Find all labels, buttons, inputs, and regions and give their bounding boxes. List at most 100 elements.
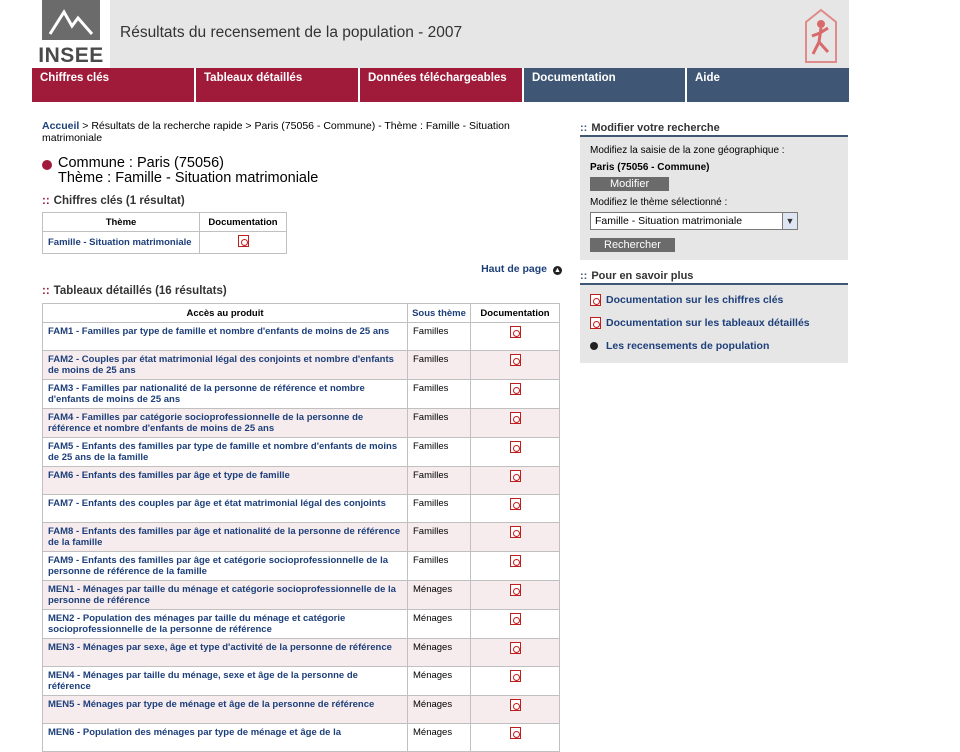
product-link[interactable]: FAM1 - Familles par type de famille et n…: [48, 326, 389, 337]
product-link[interactable]: FAM6 - Enfants des familles par âge et t…: [48, 470, 290, 481]
sous-theme-cell: Familles: [407, 408, 471, 438]
sous-theme-cell: Ménages: [407, 695, 471, 724]
table-row: MEN5 - Ménages par type de ménage et âge…: [42, 695, 560, 724]
table-row: Famille - Situation matrimoniale: [42, 231, 287, 254]
table-row: FAM2 - Couples par état matrimonial léga…: [42, 350, 560, 380]
pdf-icon[interactable]: [509, 584, 521, 596]
product-link[interactable]: MEN1 - Ménages par taille du ménage et c…: [48, 584, 396, 606]
logo-text: INSEE: [38, 44, 104, 67]
product-link[interactable]: MEN5 - Ménages par type de ménage et âge…: [48, 699, 374, 710]
column-header-sortable[interactable]: Sous thème: [407, 303, 471, 323]
pdf-icon: [590, 294, 601, 306]
product-link[interactable]: MEN6 - Population des ménages par type d…: [48, 727, 341, 738]
savoir-box: Documentation sur les chiffres clés Docu…: [580, 285, 848, 363]
recensement-figure-icon: [802, 6, 840, 64]
theme-title: Thème : Famille - Situation matrimoniale: [58, 170, 319, 186]
pdf-icon[interactable]: [509, 326, 521, 338]
product-link[interactable]: FAM5 - Enfants des familles par type de …: [48, 441, 397, 463]
product-link[interactable]: FAM9 - Enfants des familles par âge et c…: [48, 555, 388, 577]
table-row: FAM1 - Familles par type de famille et n…: [42, 322, 560, 351]
section-marker-icon: ::: [580, 270, 588, 282]
sous-theme-cell: Familles: [407, 437, 471, 467]
table-row: FAM7 - Enfants des couples par âge et ét…: [42, 494, 560, 523]
site-header: INSEE Résultats du recensement de la pop…: [32, 0, 849, 68]
product-link[interactable]: MEN2 - Population des ménages par taille…: [48, 613, 345, 635]
pdf-icon[interactable]: [509, 498, 521, 510]
sous-theme-cell: Familles: [407, 322, 471, 351]
chevron-down-icon: ▼: [782, 213, 797, 229]
pdf-icon[interactable]: [509, 670, 521, 682]
recensements-link[interactable]: Les recensements de population: [590, 340, 838, 353]
search-button[interactable]: Rechercher: [590, 238, 675, 252]
product-link[interactable]: MEN3 - Ménages par sexe, âge et type d'a…: [48, 642, 392, 653]
product-link[interactable]: FAM3 - Familles par nationalité de la pe…: [48, 383, 365, 405]
sous-theme-cell: Ménages: [407, 580, 471, 610]
table-row: FAM3 - Familles par nationalité de la pe…: [42, 379, 560, 409]
sous-theme-cell: Ménages: [407, 638, 471, 667]
tab-aide[interactable]: Aide: [687, 68, 849, 102]
table-row: MEN2 - Population des ménages par taille…: [42, 609, 560, 639]
pdf-icon: [590, 317, 601, 329]
pdf-icon[interactable]: [509, 441, 521, 453]
doc-chiffres-link[interactable]: Documentation sur les chiffres clés: [590, 294, 838, 309]
result-heading: Commune : Paris (75056) Thème : Famille …: [42, 156, 562, 186]
tab-donnees-telechargeables[interactable]: Données téléchargeables: [360, 68, 524, 102]
site-title: Résultats du recensement de la populatio…: [120, 24, 463, 41]
sous-theme-cell: Familles: [407, 466, 471, 495]
main-content: Accueil > Résultats de la recherche rapi…: [42, 120, 562, 752]
section-marker-icon: ::: [42, 285, 50, 297]
arrow-bullet-icon: [590, 342, 598, 350]
logo-mark-icon: [42, 0, 100, 40]
table-row: FAM6 - Enfants des familles par âge et t…: [42, 466, 560, 495]
product-link[interactable]: MEN4 - Ménages par taille du ménage, sex…: [48, 670, 358, 692]
tab-tableaux-detailles[interactable]: Tableaux détaillés: [196, 68, 360, 102]
chiffres-theme-link[interactable]: Famille - Situation matrimoniale: [48, 237, 192, 248]
tableaux-table: Accès au produit Sous thème Documentatio…: [42, 303, 560, 752]
section-marker-icon: ::: [580, 122, 588, 134]
sous-theme-cell: Familles: [407, 350, 471, 380]
pdf-icon[interactable]: [509, 727, 521, 739]
chiffres-section-title: :: Chiffres clés (1 résultat): [42, 195, 185, 207]
pdf-icon[interactable]: [237, 235, 249, 247]
back-to-top-link[interactable]: Haut de page ▲: [42, 263, 562, 275]
sous-theme-cell: Ménages: [407, 723, 471, 752]
breadcrumb-home-link[interactable]: Accueil: [42, 120, 79, 132]
product-link[interactable]: FAM8 - Enfants des familles par âge et n…: [48, 526, 400, 548]
sous-theme-cell: Familles: [407, 522, 471, 552]
pdf-icon[interactable]: [509, 526, 521, 538]
tab-documentation[interactable]: Documentation: [524, 68, 687, 102]
product-link[interactable]: FAM2 - Couples par état matrimonial léga…: [48, 354, 394, 376]
product-link[interactable]: FAM7 - Enfants des couples par âge et ét…: [48, 498, 386, 509]
pdf-icon[interactable]: [509, 470, 521, 482]
modifier-box: Modifiez la saisie de la zone géographiq…: [580, 137, 848, 260]
table-row: FAM9 - Enfants des familles par âge et c…: [42, 551, 560, 581]
commune-title: Commune : Paris (75056): [58, 155, 225, 171]
tab-chiffres-cles[interactable]: Chiffres clés: [32, 68, 196, 102]
pdf-icon[interactable]: [509, 613, 521, 625]
pdf-icon[interactable]: [509, 354, 521, 366]
column-header: Documentation: [470, 303, 560, 323]
pdf-icon[interactable]: [509, 383, 521, 395]
theme-select[interactable]: Famille - Situation matrimoniale ▼: [590, 212, 798, 230]
page: INSEE Résultats du recensement de la pop…: [32, 0, 849, 752]
bullet-icon: [42, 160, 52, 170]
doc-tableaux-link[interactable]: Documentation sur les tableaux détaillés: [590, 317, 838, 332]
product-link[interactable]: FAM4 - Familles par catégorie socioprofe…: [48, 412, 363, 434]
column-header: Documentation: [199, 212, 287, 232]
section-marker-icon: ::: [42, 195, 50, 207]
main-nav: Chiffres clés Tableaux détaillés Données…: [32, 68, 849, 102]
column-header: Accès au produit: [42, 303, 408, 323]
zone-value: Paris (75056 - Commune): [590, 162, 710, 173]
tableaux-section-title: :: Tableaux détaillés (16 résultats): [42, 285, 227, 297]
chiffres-table: Thème Documentation Famille - Situation …: [42, 212, 287, 254]
pdf-icon[interactable]: [509, 699, 521, 711]
table-row: FAM4 - Familles par catégorie socioprofe…: [42, 408, 560, 438]
pdf-icon[interactable]: [509, 412, 521, 424]
sous-theme-cell: Ménages: [407, 609, 471, 639]
table-row: MEN1 - Ménages par taille du ménage et c…: [42, 580, 560, 610]
pdf-icon[interactable]: [509, 555, 521, 567]
sous-theme-cell: Familles: [407, 494, 471, 523]
pdf-icon[interactable]: [509, 642, 521, 654]
modifier-button[interactable]: Modifier: [590, 177, 670, 191]
insee-logo[interactable]: INSEE: [32, 0, 110, 68]
